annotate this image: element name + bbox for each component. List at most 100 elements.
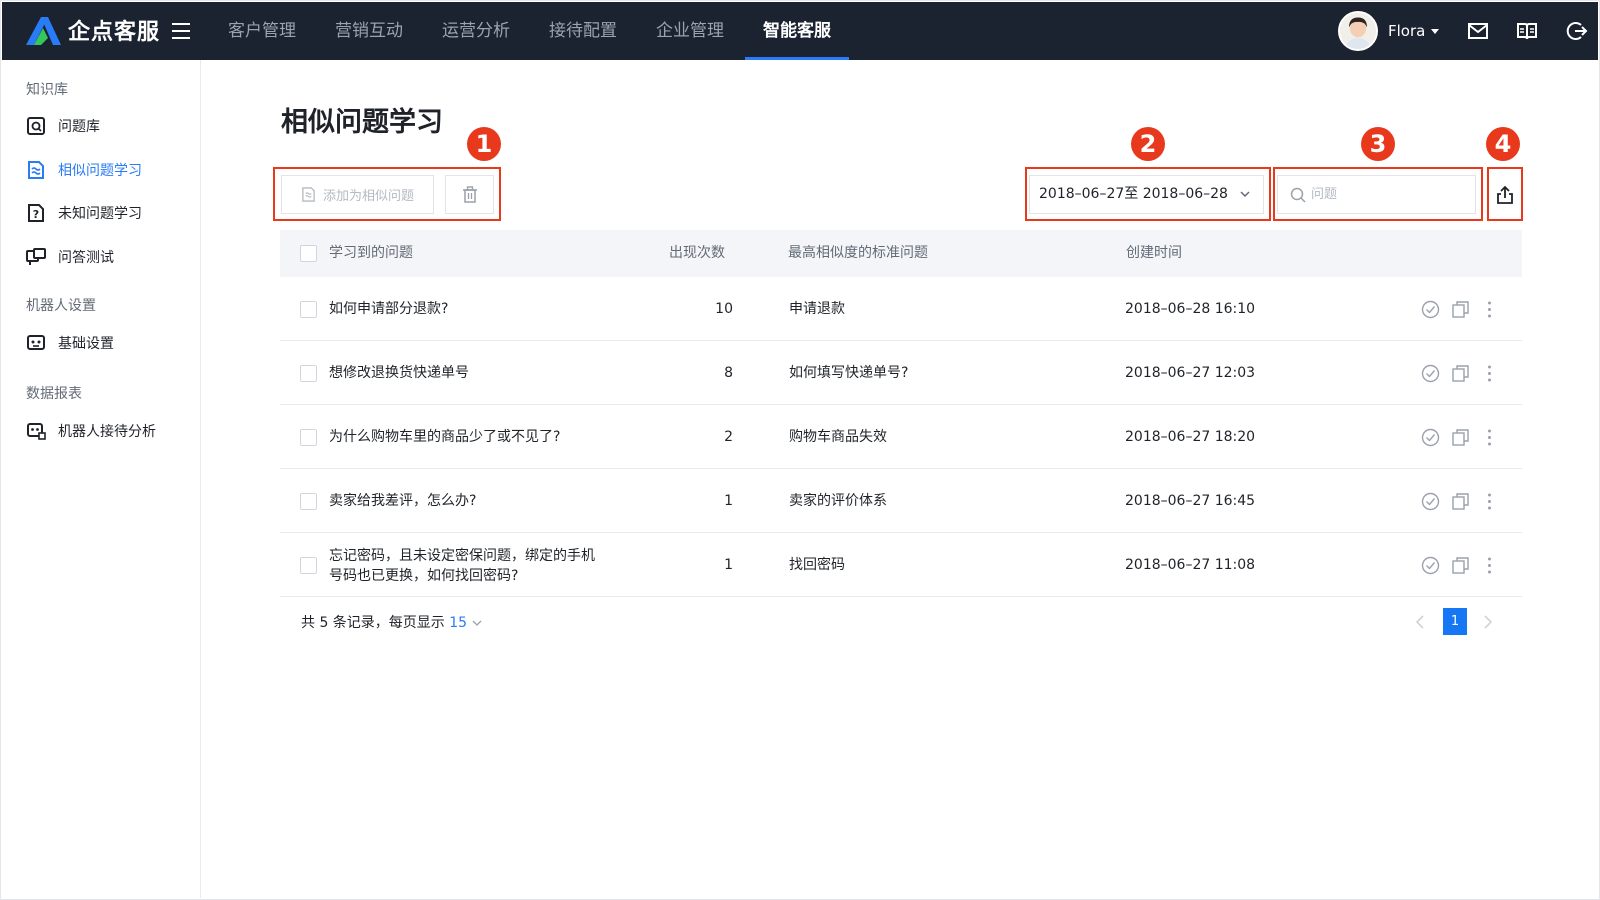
prev-page-icon[interactable] <box>1414 614 1426 630</box>
confirm-icon[interactable] <box>1421 492 1440 511</box>
menu-toggle-icon[interactable] <box>172 23 190 39</box>
nav-reception-config[interactable]: 接待配置 <box>531 2 635 60</box>
row-checkbox[interactable] <box>300 365 317 382</box>
nav-marketing[interactable]: 营销互动 <box>317 2 421 60</box>
more-icon[interactable] <box>1480 300 1499 319</box>
table-row[interactable]: 如何申请部分退款? 10 申请退款 2018–06–28 16:10 <box>280 277 1522 341</box>
select-all-checkbox[interactable] <box>300 245 317 262</box>
question-line: 号码也已更换，如何找回密码? <box>329 568 519 584</box>
table-row[interactable]: 卖家给我差评，怎么办? 1 卖家的评价体系 2018–06–27 16:45 <box>280 469 1522 533</box>
cell-standard-question: 申请退款 <box>789 301 845 317</box>
column-learned-question: 学习到的问题 <box>329 245 413 261</box>
cell-created-time: 2018–06–28 16:10 <box>1125 301 1256 317</box>
table-row[interactable]: 想修改退换货快递单号 8 如何填写快递单号? 2018–06–27 12:03 <box>280 341 1522 405</box>
question-bank-icon <box>27 117 45 135</box>
copy-icon[interactable] <box>1451 364 1470 383</box>
question-line: 忘记密码，且未设定密保问题，绑定的手机 <box>329 548 595 564</box>
avatar <box>1338 11 1378 51</box>
cell-standard-question: 如何填写快递单号? <box>789 365 909 381</box>
cell-created-time: 2018–06–27 18:20 <box>1125 429 1256 445</box>
sidebar-item-question-bank[interactable]: 问题库 <box>26 115 100 137</box>
row-checkbox[interactable] <box>300 429 317 446</box>
confirm-icon[interactable] <box>1421 364 1440 383</box>
user-name: Flora <box>1388 22 1426 40</box>
copy-icon[interactable] <box>1451 300 1470 319</box>
confirm-icon[interactable] <box>1421 300 1440 319</box>
top-navigation-bar: 企点客服 客户管理 营销互动 运营分析 接待配置 企业管理 智能客服 Flora <box>2 2 1598 60</box>
table-row[interactable]: 为什么购物车里的商品少了或不见了? 2 购物车商品失效 2018–06–27 1… <box>280 405 1522 469</box>
page-title: 相似问题学习 <box>281 107 443 138</box>
confirm-icon[interactable] <box>1421 556 1440 575</box>
confirm-icon[interactable] <box>1421 428 1440 447</box>
column-standard-question: 最高相似度的标准问题 <box>788 245 928 261</box>
export-icon <box>1497 185 1513 204</box>
unknown-question-icon: ? <box>28 204 44 222</box>
date-range-value: 2018–06–27至 2018–06–28 <box>1039 186 1228 202</box>
chevron-down-icon <box>1431 28 1440 34</box>
nav-smart-service[interactable]: 智能客服 <box>745 2 849 60</box>
more-icon[interactable] <box>1480 428 1499 447</box>
more-icon[interactable] <box>1480 556 1499 575</box>
mail-icon[interactable] <box>1467 21 1489 41</box>
sidebar-group-knowledge: 知识库 <box>26 82 68 98</box>
sidebar-group-reports: 数据报表 <box>26 386 82 402</box>
cell-count: 1 <box>724 493 733 509</box>
robot-icon <box>27 335 45 350</box>
sidebar-item-label: 机器人接待分析 <box>58 424 156 440</box>
robot-analysis-icon <box>27 423 46 440</box>
cell-created-time: 2018–06–27 11:08 <box>1125 557 1256 573</box>
sidebar-item-robot-analysis[interactable]: 机器人接待分析 <box>26 420 156 442</box>
cell-created-time: 2018–06–27 12:03 <box>1125 365 1256 381</box>
copy-icon[interactable] <box>1451 492 1470 511</box>
cell-standard-question: 购物车商品失效 <box>789 429 887 445</box>
nav-enterprise-management[interactable]: 企业管理 <box>638 2 742 60</box>
export-button[interactable] <box>1491 175 1519 214</box>
chevron-down-icon[interactable] <box>472 619 482 627</box>
page-number-current[interactable]: 1 <box>1443 608 1467 635</box>
date-range-picker[interactable]: 2018–06–27至 2018–06–28 <box>1029 175 1264 214</box>
user-menu[interactable]: Flora <box>1338 11 1440 51</box>
copy-icon[interactable] <box>1451 428 1470 447</box>
table-header: 学习到的问题 出现次数 最高相似度的标准问题 创建时间 <box>280 230 1522 277</box>
logo[interactable]: 企点客服 <box>24 14 160 46</box>
marker-badge-2: 2 <box>1131 127 1165 161</box>
sidebar-item-label: 基础设置 <box>58 336 114 352</box>
sidebar-item-qa-test[interactable]: 问答测试 <box>26 246 114 268</box>
similar-doc-icon <box>302 187 315 202</box>
more-icon[interactable] <box>1480 492 1499 511</box>
copy-icon[interactable] <box>1451 556 1470 575</box>
cell-learned-question: 为什么购物车里的商品少了或不见了? <box>329 429 561 445</box>
cell-count: 8 <box>724 365 733 381</box>
cell-learned-question: 忘记密码，且未设定密保问题，绑定的手机 号码也已更换，如何找回密码? <box>329 546 595 586</box>
nav-operation-analysis[interactable]: 运营分析 <box>424 2 528 60</box>
pagination-summary: 共 5 条记录，每页显示 15 <box>301 612 482 632</box>
page-size-select[interactable]: 15 <box>449 615 467 631</box>
cell-standard-question: 卖家的评价体系 <box>789 493 887 509</box>
column-count: 出现次数 <box>669 245 725 261</box>
sidebar-item-similar-learning[interactable]: 相似问题学习 <box>26 159 142 181</box>
search-input[interactable]: 问题 <box>1277 175 1476 214</box>
book-icon[interactable] <box>1516 21 1538 41</box>
row-checkbox[interactable] <box>300 557 317 574</box>
cell-learned-question: 想修改退换货快递单号 <box>329 365 469 381</box>
sidebar-item-unknown-learning[interactable]: ? 未知问题学习 <box>26 202 142 224</box>
sidebar-item-basic-settings[interactable]: 基础设置 <box>26 332 114 354</box>
logout-icon[interactable] <box>1566 21 1588 41</box>
cell-created-time: 2018–06–27 16:45 <box>1125 493 1256 509</box>
add-similar-button[interactable]: 添加为相似问题 <box>281 175 434 214</box>
table-row[interactable]: 忘记密码，且未设定密保问题，绑定的手机 号码也已更换，如何找回密码? 1 找回密… <box>280 533 1522 597</box>
next-page-icon[interactable] <box>1482 614 1494 630</box>
marker-badge-1: 1 <box>467 127 501 161</box>
main-nav: 客户管理 营销互动 运营分析 接待配置 企业管理 智能客服 <box>210 2 852 60</box>
cell-count: 10 <box>715 301 733 317</box>
row-checkbox[interactable] <box>300 493 317 510</box>
delete-button[interactable] <box>445 175 494 214</box>
chevron-down-icon <box>1240 191 1250 198</box>
qa-test-icon <box>26 248 46 265</box>
logo-mark-icon <box>26 17 61 45</box>
more-icon[interactable] <box>1480 364 1499 383</box>
row-checkbox[interactable] <box>300 301 317 318</box>
similar-learning-icon <box>28 161 44 179</box>
search-placeholder: 问题 <box>1311 187 1338 202</box>
nav-customer-management[interactable]: 客户管理 <box>210 2 314 60</box>
